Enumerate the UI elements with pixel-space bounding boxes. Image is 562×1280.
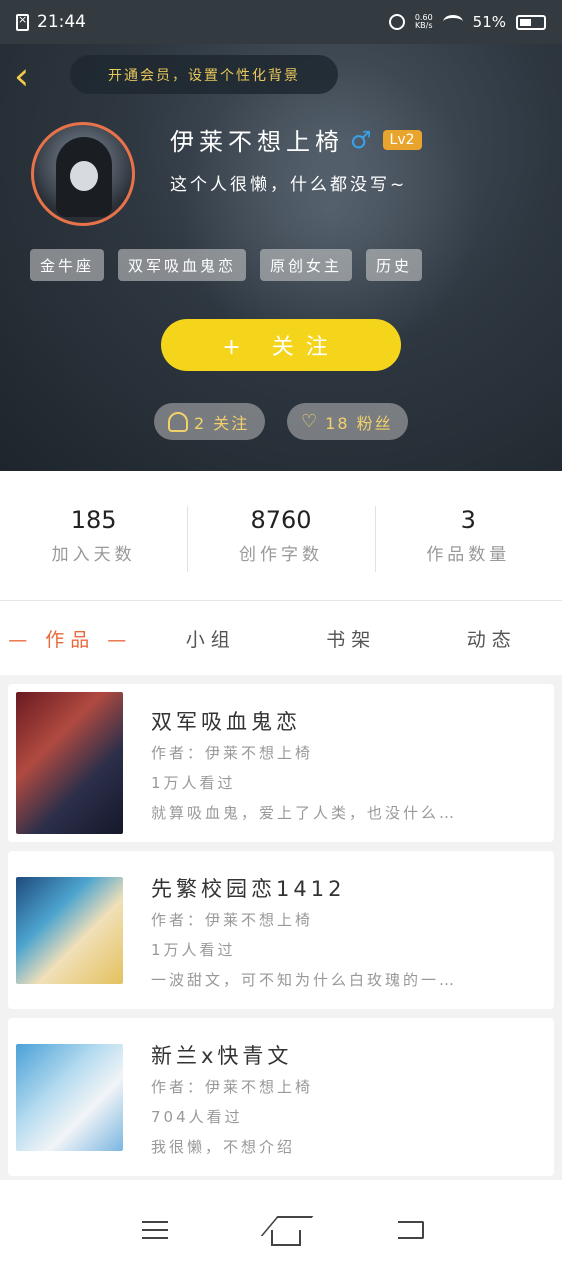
work-views: 1万人看过 bbox=[151, 941, 236, 959]
battery-percent: 51% bbox=[472, 13, 506, 31]
stat-label: 加入天数 bbox=[51, 545, 136, 565]
stats-bar: 185 加入天数 8760 创作字数 3 作品数量 bbox=[0, 471, 562, 601]
book-cover bbox=[16, 877, 123, 984]
tab-activity[interactable]: 动态 bbox=[422, 625, 562, 652]
work-views: 1万人看过 bbox=[151, 774, 236, 792]
chevron-left-icon: ‹ bbox=[14, 54, 30, 98]
tab-works[interactable]: — 作品 — bbox=[0, 625, 141, 652]
system-nav-bar bbox=[0, 1180, 562, 1280]
tab-groups[interactable]: 小组 bbox=[141, 625, 282, 652]
battery-icon bbox=[516, 14, 546, 30]
work-author: 作者：伊莱不想上椅 bbox=[151, 744, 314, 762]
work-summary: 一波甜文，可不知为什么白玫瑰的一… bbox=[151, 971, 458, 989]
person-add-icon bbox=[168, 411, 188, 432]
works-list: 双军吸血鬼恋 作者：伊莱不想上椅 1万人看过 就算吸血鬼，爱上了人类，也没什么…… bbox=[0, 675, 562, 1180]
level-badge: Lv2 bbox=[382, 129, 422, 150]
avatar[interactable] bbox=[31, 122, 135, 226]
follow-button[interactable]: + 关注 bbox=[161, 319, 401, 371]
network-speed: 0.60 KB/s bbox=[414, 13, 433, 30]
status-time: 21:44 bbox=[37, 12, 86, 32]
profile-bio: 这个人很懒，什么都没写~ bbox=[170, 175, 408, 195]
alarm-icon bbox=[388, 14, 405, 30]
male-symbol-icon: ♂ bbox=[350, 125, 377, 154]
vip-banner[interactable]: 开通会员，设置个性化背景 bbox=[70, 55, 338, 94]
stat-works-count: 3 作品数量 bbox=[374, 506, 562, 572]
stat-join-days: 185 加入天数 bbox=[0, 506, 187, 565]
work-author: 作者：伊莱不想上椅 bbox=[151, 911, 314, 929]
book-cover bbox=[16, 1044, 123, 1151]
work-title: 双军吸血鬼恋 bbox=[151, 710, 301, 734]
profile-tabs: — 作品 — 小组 书架 动态 bbox=[0, 601, 562, 675]
work-summary: 我很懒，不想介绍 bbox=[151, 1138, 296, 1156]
heart-icon: ♡ bbox=[301, 410, 320, 432]
work-title: 先繁校园恋1412 bbox=[151, 877, 346, 901]
tag[interactable]: 原创女主 bbox=[260, 249, 353, 281]
work-card[interactable]: 先繁校园恋1412 作者：伊莱不想上椅 1万人看过 一波甜文，可不知为什么白玫瑰… bbox=[8, 851, 554, 1009]
following-count: 2 关注 bbox=[194, 413, 250, 433]
stat-label: 创作字数 bbox=[238, 545, 323, 565]
tag[interactable]: 历史 bbox=[366, 249, 423, 281]
profile-tags: 金牛座 双军吸血鬼恋 原创女主 历史 bbox=[30, 249, 423, 281]
stat-value: 3 bbox=[460, 506, 476, 534]
work-views: 704人看过 bbox=[151, 1108, 243, 1126]
tag[interactable]: 双军吸血鬼恋 bbox=[118, 249, 247, 281]
profile-name-row: 伊莱不想上椅 ♂ Lv2 bbox=[170, 122, 422, 157]
tab-bookshelf[interactable]: 书架 bbox=[281, 625, 422, 652]
stat-value: 185 bbox=[70, 506, 117, 534]
status-bar: 21:44 0.60KB/s 51% bbox=[0, 0, 562, 44]
following-button[interactable]: 2 关注 bbox=[154, 403, 265, 440]
work-summary: 就算吸血鬼，爱上了人类，也没什么… bbox=[151, 804, 458, 822]
home-icon[interactable] bbox=[270, 1230, 301, 1246]
stat-label: 作品数量 bbox=[426, 545, 511, 565]
back-button[interactable]: ‹ bbox=[14, 57, 44, 95]
wifi-icon bbox=[442, 15, 463, 29]
fans-count: 18 粉丝 bbox=[325, 413, 393, 433]
work-card[interactable]: 新兰x快青文 作者：伊莱不想上椅 704人看过 我很懒，不想介绍 bbox=[8, 1018, 554, 1176]
tag[interactable]: 金牛座 bbox=[30, 249, 105, 281]
back-arrow-icon[interactable] bbox=[397, 1221, 424, 1239]
menu-icon[interactable] bbox=[138, 1215, 174, 1245]
work-card[interactable]: 双军吸血鬼恋 作者：伊莱不想上椅 1万人看过 就算吸血鬼，爱上了人类，也没什么… bbox=[8, 684, 554, 842]
work-title: 新兰x快青文 bbox=[151, 1044, 293, 1068]
stat-value: 8760 bbox=[250, 506, 312, 534]
work-author: 作者：伊莱不想上椅 bbox=[151, 1078, 314, 1096]
stat-word-count: 8760 创作字数 bbox=[187, 506, 374, 572]
fans-button[interactable]: ♡ 18 粉丝 bbox=[287, 403, 408, 440]
book-cover bbox=[16, 692, 123, 834]
profile-name: 伊莱不想上椅 bbox=[170, 128, 344, 156]
sim-card-icon bbox=[16, 13, 29, 31]
